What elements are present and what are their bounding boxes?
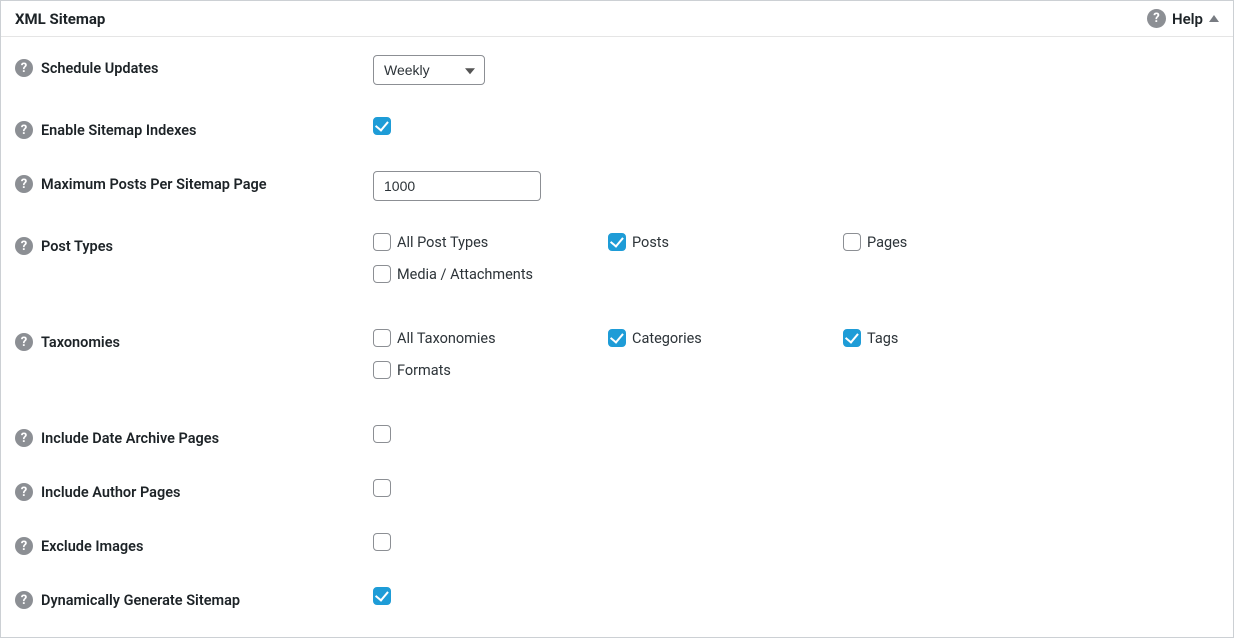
question-icon[interactable]: ? bbox=[15, 429, 33, 447]
question-icon[interactable]: ? bbox=[15, 175, 33, 193]
checkbox-option: Categories bbox=[608, 329, 843, 347]
row-dynamically-generate: ? Dynamically Generate Sitemap bbox=[15, 587, 1219, 609]
row-post-types: ? Post Types All Post Types Posts Pages bbox=[15, 233, 1219, 297]
row-max-posts: ? Maximum Posts Per Sitemap Page bbox=[15, 171, 1219, 201]
checkbox-option: Pages bbox=[843, 233, 1078, 251]
help-label: Help bbox=[1172, 10, 1203, 28]
max-posts-input[interactable] bbox=[373, 171, 541, 201]
all-taxonomies-checkbox[interactable] bbox=[373, 329, 391, 347]
post-types-options: All Post Types Posts Pages Media / Attac… bbox=[373, 233, 1219, 297]
media-attachments-checkbox[interactable] bbox=[373, 265, 391, 283]
include-author-pages-checkbox[interactable] bbox=[373, 479, 391, 497]
tags-checkbox[interactable] bbox=[843, 329, 861, 347]
checkbox-option: Tags bbox=[843, 329, 1078, 347]
row-exclude-images: ? Exclude Images bbox=[15, 533, 1219, 555]
question-icon[interactable]: ? bbox=[15, 537, 33, 555]
panel-body: ? Schedule Updates Weekly ? Enable Sitem… bbox=[1, 37, 1233, 637]
caret-up-icon bbox=[1209, 15, 1219, 22]
checkbox-label[interactable]: All Post Types bbox=[397, 234, 488, 251]
xml-sitemap-panel: XML Sitemap ? Help ? Schedule Updates We… bbox=[0, 0, 1234, 638]
include-date-archive-checkbox[interactable] bbox=[373, 425, 391, 443]
include-date-archive-label: Include Date Archive Pages bbox=[41, 430, 219, 447]
row-taxonomies: ? Taxonomies All Taxonomies Categories bbox=[15, 329, 1219, 393]
checkbox-option: Posts bbox=[608, 233, 843, 251]
post-types-label: Post Types bbox=[41, 238, 113, 255]
checkbox-option: All Post Types bbox=[373, 233, 608, 251]
checkbox-label[interactable]: All Taxonomies bbox=[397, 330, 496, 347]
checkbox-label[interactable]: Media / Attachments bbox=[397, 266, 533, 283]
checkbox-option: All Taxonomies bbox=[373, 329, 608, 347]
panel-title: XML Sitemap bbox=[15, 10, 105, 28]
checkbox-label[interactable]: Posts bbox=[632, 234, 669, 251]
taxonomies-options: All Taxonomies Categories Tags Formats bbox=[373, 329, 1219, 393]
row-schedule-updates: ? Schedule Updates Weekly bbox=[15, 55, 1219, 85]
question-icon[interactable]: ? bbox=[15, 333, 33, 351]
include-author-pages-label: Include Author Pages bbox=[41, 484, 180, 501]
checkbox-label[interactable]: Categories bbox=[632, 330, 702, 347]
question-icon[interactable]: ? bbox=[15, 121, 33, 139]
categories-checkbox[interactable] bbox=[608, 329, 626, 347]
checkbox-label[interactable]: Tags bbox=[867, 330, 898, 347]
question-icon[interactable]: ? bbox=[15, 591, 33, 609]
panel-header: XML Sitemap ? Help bbox=[1, 1, 1233, 37]
help-toggle[interactable]: ? Help bbox=[1147, 9, 1219, 28]
formats-checkbox[interactable] bbox=[373, 361, 391, 379]
enable-sitemap-indexes-checkbox[interactable] bbox=[373, 117, 391, 135]
exclude-images-checkbox[interactable] bbox=[373, 533, 391, 551]
schedule-updates-select-wrapper: Weekly bbox=[373, 55, 485, 85]
checkbox-option: Formats bbox=[373, 361, 608, 379]
all-post-types-checkbox[interactable] bbox=[373, 233, 391, 251]
question-icon: ? bbox=[1147, 9, 1166, 28]
schedule-updates-select[interactable]: Weekly bbox=[373, 55, 485, 85]
schedule-updates-label: Schedule Updates bbox=[41, 60, 159, 77]
dynamically-generate-label: Dynamically Generate Sitemap bbox=[41, 592, 240, 609]
max-posts-label: Maximum Posts Per Sitemap Page bbox=[41, 176, 267, 193]
row-include-author-pages: ? Include Author Pages bbox=[15, 479, 1219, 501]
question-icon[interactable]: ? bbox=[15, 59, 33, 77]
pages-checkbox[interactable] bbox=[843, 233, 861, 251]
row-include-date-archive: ? Include Date Archive Pages bbox=[15, 425, 1219, 447]
question-icon[interactable]: ? bbox=[15, 483, 33, 501]
taxonomies-label: Taxonomies bbox=[41, 334, 120, 351]
enable-sitemap-indexes-label: Enable Sitemap Indexes bbox=[41, 122, 197, 139]
dynamically-generate-checkbox[interactable] bbox=[373, 587, 391, 605]
checkbox-label[interactable]: Formats bbox=[397, 362, 451, 379]
exclude-images-label: Exclude Images bbox=[41, 538, 143, 555]
question-icon[interactable]: ? bbox=[15, 237, 33, 255]
checkbox-option: Media / Attachments bbox=[373, 265, 608, 283]
posts-checkbox[interactable] bbox=[608, 233, 626, 251]
checkbox-label[interactable]: Pages bbox=[867, 234, 907, 251]
row-enable-sitemap-indexes: ? Enable Sitemap Indexes bbox=[15, 117, 1219, 139]
